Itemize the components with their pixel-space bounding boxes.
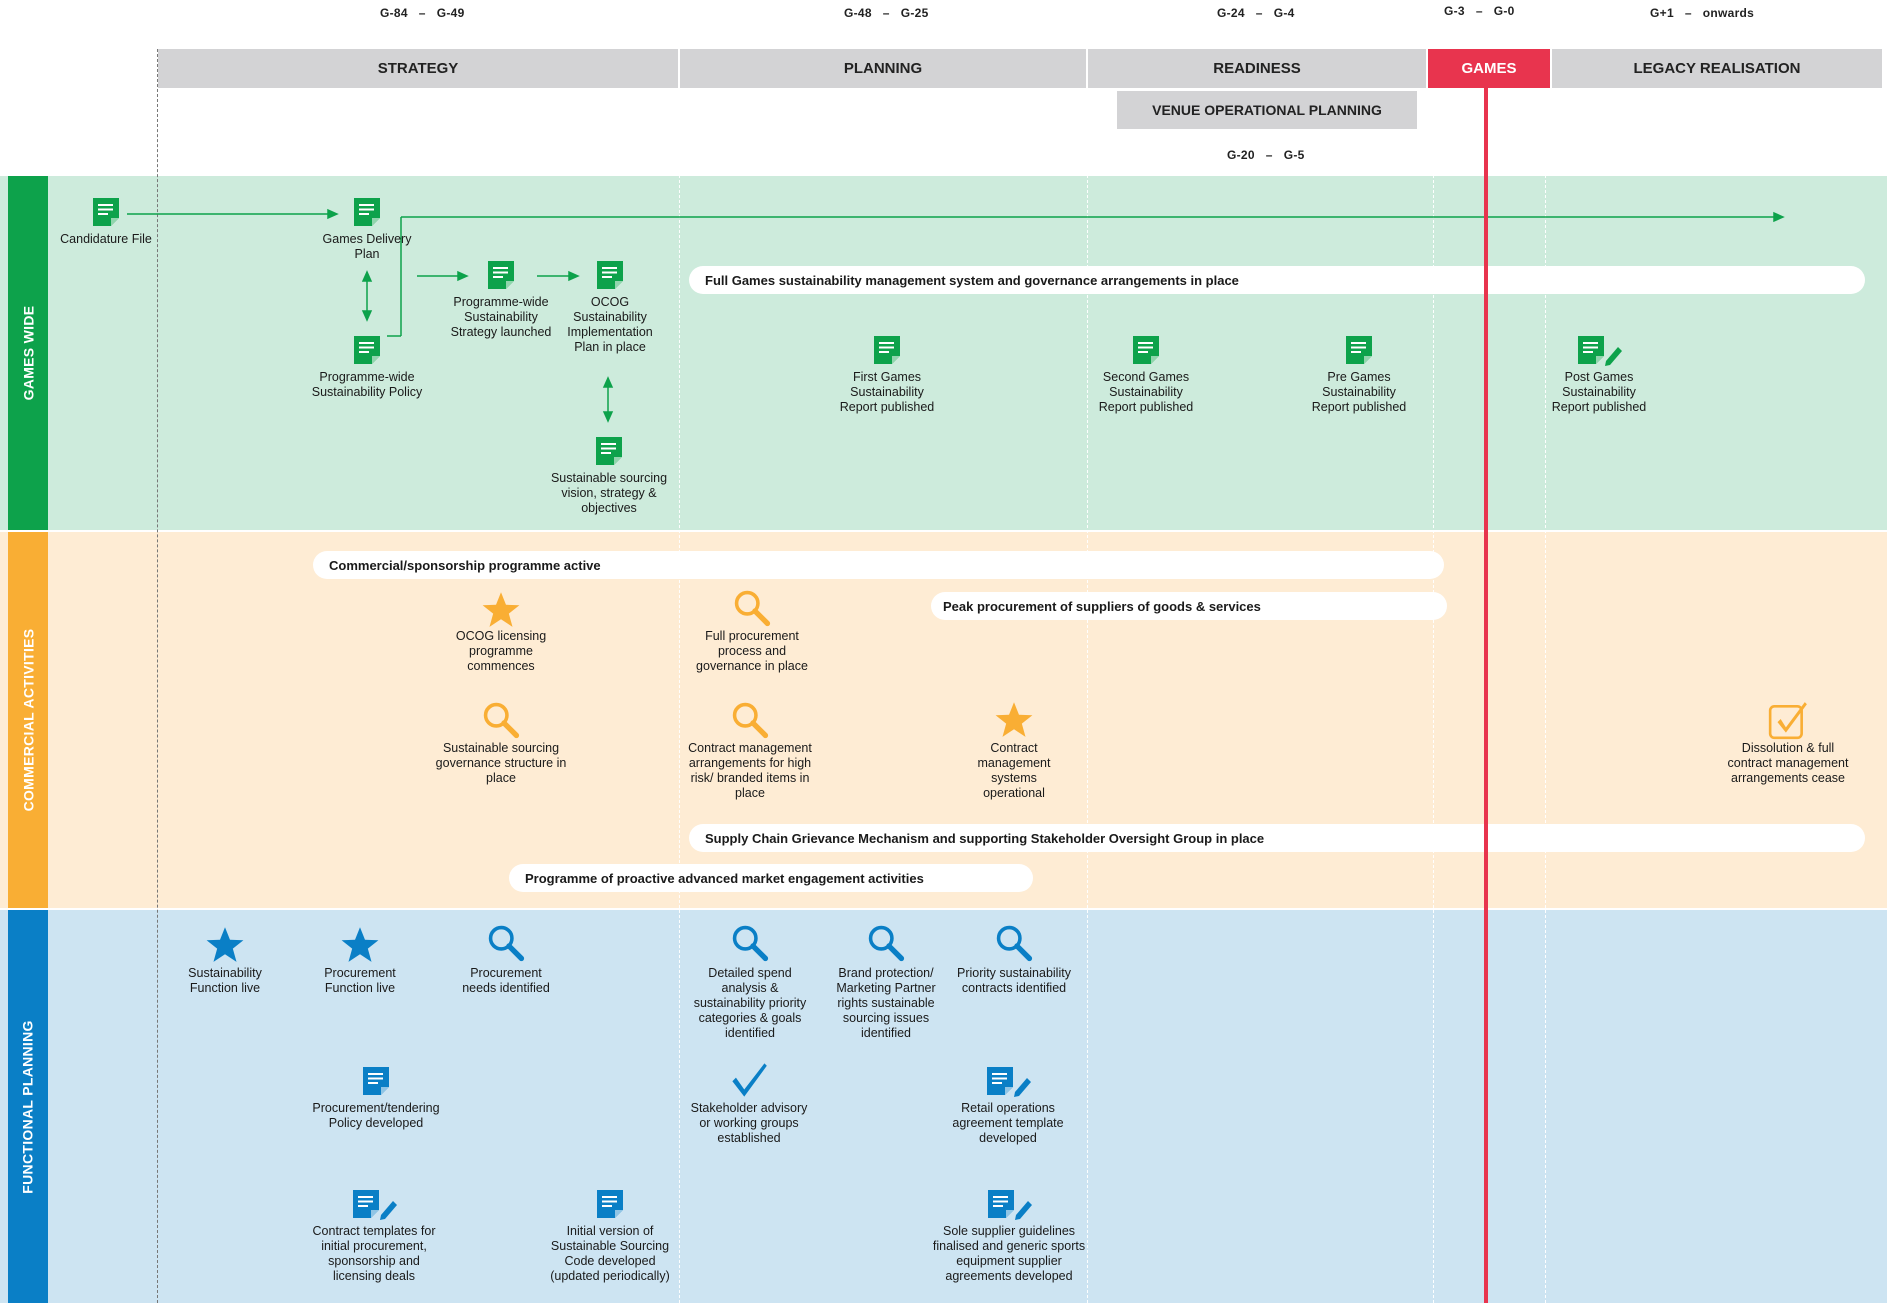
milestone-sustainability-strategy: Programme-wide Sustainability Strategy l… [444, 259, 558, 340]
magnifier-icon [733, 589, 771, 627]
pill-grievance-mechanism: Supply Chain Grievance Mechanism and sup… [689, 824, 1865, 852]
pill-peak-procurement: Peak procurement of suppliers of goods &… [931, 592, 1447, 620]
document-icon [871, 334, 903, 366]
tick-icon [730, 1061, 768, 1099]
document-icon [351, 196, 383, 228]
milestone-sustainability-function: Sustainability Function live [177, 926, 273, 996]
document-edit-icon [984, 1065, 1032, 1097]
document-edit-icon [1575, 334, 1623, 366]
milestone-first-report: First Games Sustainability Report publis… [831, 334, 943, 415]
milestone-second-report: Second Games Sustainability Report publi… [1090, 334, 1202, 415]
magnifier-icon [731, 924, 769, 962]
milestone-priority-contracts: Priority sustainability contracts identi… [952, 924, 1076, 996]
document-icon [594, 1188, 626, 1220]
checkbox-icon [1767, 699, 1809, 741]
star-icon [341, 926, 379, 964]
milestone-dissolution: Dissolution & full contract management a… [1724, 699, 1852, 786]
milestone-supplier-guidelines: Sole supplier guidelines finalised and g… [926, 1188, 1092, 1284]
document-icon [594, 259, 626, 291]
magnifier-icon [995, 924, 1033, 962]
milestone-procurement-needs: Procurement needs identified [456, 924, 556, 996]
milestone-candidature-file: Candidature File [58, 196, 154, 247]
document-icon [1130, 334, 1162, 366]
milestone-spend-analysis: Detailed spend analysis & sustainability… [686, 924, 814, 1041]
document-icon [360, 1065, 392, 1097]
milestone-sustainable-sourcing-vision: Sustainable sourcing vision, strategy & … [547, 435, 671, 516]
milestone-procurement-function: Procurement Function live [312, 926, 408, 996]
document-icon [1343, 334, 1375, 366]
milestone-implementation-plan: OCOG Sustainability Implementation Plan … [556, 259, 664, 355]
milestone-sourcing-code: Initial version of Sustainable Sourcing … [540, 1188, 680, 1284]
milestone-contract-systems-operational: Contract management systems operational [964, 701, 1064, 801]
document-edit-icon [350, 1188, 398, 1220]
star-icon [206, 926, 244, 964]
document-icon [90, 196, 122, 228]
milestone-post-games-report: Post Games Sustainability Report publish… [1543, 334, 1655, 415]
milestone-stakeholder-advisory: Stakeholder advisory or working groups e… [684, 1061, 814, 1146]
milestone-brand-protection: Brand protection/ Marketing Partner righ… [826, 924, 946, 1041]
magnifier-icon [482, 701, 520, 739]
milestone-sourcing-governance: Sustainable sourcing governance structur… [433, 701, 569, 786]
milestone-tendering-policy: Procurement/tendering Policy developed [303, 1065, 449, 1131]
milestone-contract-management-arrangements: Contract management arrangements for hig… [681, 701, 819, 801]
milestone-sustainability-policy: Programme-wide Sustainability Policy [307, 334, 427, 400]
pill-market-engagement: Programme of proactive advanced market e… [509, 864, 1033, 892]
document-edit-icon [985, 1188, 1033, 1220]
magnifier-icon [487, 924, 525, 962]
magnifier-icon [731, 701, 769, 739]
milestone-full-procurement-process: Full procurement process and governance … [686, 589, 818, 674]
pill-sustainability-management-system: Full Games sustainability management sys… [689, 266, 1865, 294]
document-icon [485, 259, 517, 291]
document-icon [351, 334, 383, 366]
milestone-licensing-programme: OCOG licensing programme commences [442, 591, 560, 674]
milestone-pre-games-report: Pre Games Sustainability Report publishe… [1303, 334, 1415, 415]
pill-commercial-sponsorship: Commercial/sponsorship programme active [313, 551, 1444, 579]
milestone-contract-templates: Contract templates for initial procureme… [305, 1188, 443, 1284]
milestone-games-delivery-plan: Games Delivery Plan [317, 196, 417, 262]
document-icon [593, 435, 625, 467]
star-icon [995, 701, 1033, 739]
magnifier-icon [867, 924, 905, 962]
star-icon [482, 591, 520, 629]
games-time-marker [1484, 88, 1488, 1303]
milestone-retail-operations: Retail operations agreement template dev… [944, 1065, 1072, 1146]
